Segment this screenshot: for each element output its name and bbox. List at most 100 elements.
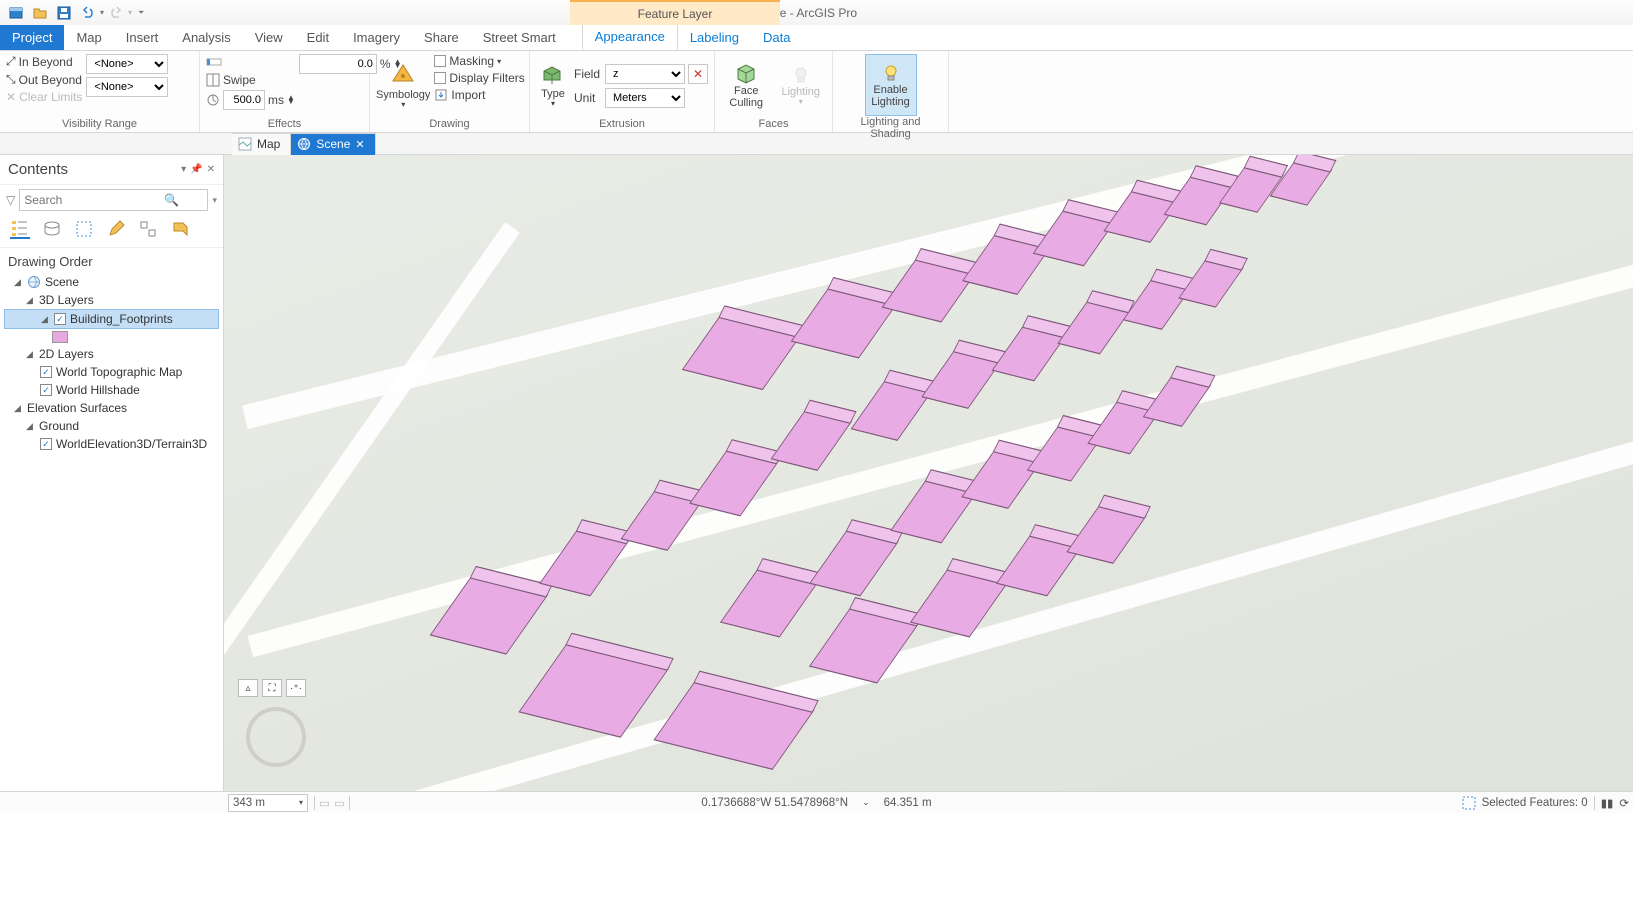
tree-hillshade[interactable]: ✓World Hillshade xyxy=(4,381,219,399)
group-extrusion: Type▾ Fieldz✕ UnitMeters Extrusion xyxy=(530,51,715,132)
tree-topo[interactable]: ✓World Topographic Map xyxy=(4,363,219,381)
filter-icon[interactable]: ▽ xyxy=(6,193,15,207)
layer-tree: ◢Scene ◢3D Layers ◢✓Building_Footprints … xyxy=(0,273,223,461)
tree-terrain[interactable]: ✓WorldElevation3D/Terrain3D xyxy=(4,435,219,453)
field-label: Field xyxy=(574,67,602,81)
transparency-icon[interactable] xyxy=(206,54,222,70)
list-by-selection-icon[interactable] xyxy=(74,219,94,239)
group-label-drawing: Drawing xyxy=(376,118,523,132)
view-tab-scene[interactable]: Scene✕ xyxy=(291,133,375,155)
filters-label: Display Filters xyxy=(449,71,524,85)
extrusion-unit-select[interactable]: Meters xyxy=(605,88,685,108)
symbology-button[interactable]: Symbology▾ xyxy=(376,54,430,116)
tab-appearance[interactable]: Appearance xyxy=(582,23,678,50)
selection-icon xyxy=(1462,796,1476,810)
group-label-extrusion: Extrusion xyxy=(536,118,708,132)
tab-streetsmart[interactable]: Street Smart xyxy=(471,25,568,50)
search-input[interactable]: 🔍 xyxy=(19,189,208,211)
save-icon[interactable] xyxy=(54,3,74,23)
scene-view[interactable]: ▵ ⛶ ·⁺· xyxy=(224,155,1633,791)
face-culling-button[interactable]: Face Culling xyxy=(721,54,772,116)
close-icon[interactable]: ✕ xyxy=(355,138,364,151)
in-beyond-label: In Beyond xyxy=(19,55,73,69)
out-beyond-select[interactable]: <None> xyxy=(86,77,168,97)
tree-elevation[interactable]: ◢Elevation Surfaces xyxy=(4,399,219,417)
list-by-snapping-icon[interactable] xyxy=(138,219,158,239)
nav-full-icon[interactable]: ⛶ xyxy=(262,679,282,697)
symbol-swatch[interactable] xyxy=(52,331,68,343)
scale-out-icon: ⤡ xyxy=(6,72,16,87)
selected-features-readout: Selected Features: 0 xyxy=(1482,797,1588,809)
enable-lighting-button[interactable]: Enable Lighting xyxy=(865,54,917,116)
undo-icon[interactable] xyxy=(78,3,98,23)
nav-pan-icon[interactable]: ·⁺· xyxy=(286,679,306,697)
group-label-effects: Effects xyxy=(206,118,363,132)
close-pane-icon[interactable]: ✕ xyxy=(207,164,215,175)
tab-insert[interactable]: Insert xyxy=(114,25,171,50)
out-beyond-label: Out Beyond xyxy=(19,73,82,87)
tab-project[interactable]: Project xyxy=(0,25,64,50)
extrusion-type-button[interactable]: Type▾ xyxy=(536,54,570,116)
filters-check xyxy=(434,72,446,84)
swipe-label[interactable]: Swipe xyxy=(223,73,256,87)
scale-selector[interactable]: 343 m▾ xyxy=(228,794,308,812)
tree-3d-layers[interactable]: ◢3D Layers xyxy=(4,291,219,309)
context-tab-header: Feature Layer xyxy=(570,0,780,25)
search-options-icon[interactable]: ▾ xyxy=(212,195,217,206)
redo-icon[interactable] xyxy=(106,3,126,23)
contents-pane: Contents ▾ 📌 ✕ ▽ 🔍 ▾ Drawing Order ◢Scene … xyxy=(0,155,224,791)
layer-visibility-check[interactable]: ✓ xyxy=(54,313,66,325)
tab-imagery[interactable]: Imagery xyxy=(341,25,412,50)
tab-edit[interactable]: Edit xyxy=(295,25,341,50)
import-label[interactable]: Import xyxy=(451,88,485,102)
ribbon-tabs: Project Map Insert Analysis View Edit Im… xyxy=(0,25,1633,51)
list-by-drawing-icon[interactable] xyxy=(10,219,30,239)
tree-symbol[interactable] xyxy=(4,329,219,345)
refresh-icon[interactable]: ⟳ xyxy=(1619,796,1629,810)
nav-controls: ▵ ⛶ ·⁺· xyxy=(238,679,306,697)
faces-lighting-button: Lighting▾ xyxy=(776,54,827,116)
in-beyond-select[interactable]: <None> xyxy=(86,54,168,74)
group-label-shading: Lighting and Shading xyxy=(839,116,942,142)
coordinates-readout: 0.1736688°W 51.5478968°N xyxy=(701,797,848,809)
open-project-icon[interactable] xyxy=(30,3,50,23)
new-project-icon[interactable] xyxy=(6,3,26,23)
tab-labeling[interactable]: Labeling xyxy=(678,25,751,50)
tree-2d-layers[interactable]: ◢2D Layers xyxy=(4,345,219,363)
tab-map[interactable]: Map xyxy=(64,25,113,50)
dropdown-icon[interactable]: ⌄ xyxy=(862,797,870,808)
masking-label: Masking xyxy=(449,54,494,68)
list-by-editing-icon[interactable] xyxy=(106,219,126,239)
flicker-icon xyxy=(206,93,220,107)
compass-icon[interactable] xyxy=(246,707,306,767)
tab-data[interactable]: Data xyxy=(751,25,802,50)
nav-up-icon[interactable]: ▵ xyxy=(238,679,258,697)
expression-button[interactable]: ✕ xyxy=(688,64,708,84)
search-icon[interactable]: 🔍 xyxy=(164,193,179,207)
tree-scene[interactable]: ◢Scene xyxy=(4,273,219,291)
flicker-ms-input[interactable] xyxy=(223,90,265,110)
elevation-readout: 64.351 m xyxy=(884,797,932,809)
pin-icon[interactable]: 📌 xyxy=(190,164,202,175)
group-faces: Face Culling Lighting▾ Faces xyxy=(715,51,833,132)
list-by-labeling-icon[interactable] xyxy=(170,219,190,239)
transparency-input[interactable] xyxy=(299,54,377,74)
view-tab-map[interactable]: Map xyxy=(232,133,291,155)
tree-building-footprints[interactable]: ◢✓Building_Footprints xyxy=(4,309,219,329)
group-effects: Swipe ms▲▼ %▲▼ Effects xyxy=(200,51,370,132)
contents-title: Contents xyxy=(8,161,68,178)
ms-suffix: ms xyxy=(268,93,284,107)
autohide-icon[interactable]: ▾ xyxy=(181,164,186,175)
list-by-source-icon[interactable] xyxy=(42,219,62,239)
tab-analysis[interactable]: Analysis xyxy=(170,25,242,50)
masking-check xyxy=(434,55,446,67)
constraint-icon-2[interactable]: ▭ xyxy=(334,796,345,810)
tab-share[interactable]: Share xyxy=(412,25,471,50)
tree-ground[interactable]: ◢Ground xyxy=(4,417,219,435)
extrusion-field-select[interactable]: z xyxy=(605,64,685,84)
tab-view[interactable]: View xyxy=(243,25,295,50)
drawing-order-header: Drawing Order xyxy=(0,248,223,273)
constraint-icon-1[interactable]: ▭ xyxy=(319,796,330,810)
quick-access-toolbar: ▾ ▾ ⏷ 3D_blog_project - Scene - ArcGIS P… xyxy=(0,0,1633,25)
pause-drawing-icon[interactable]: ▮▮ xyxy=(1594,796,1614,810)
